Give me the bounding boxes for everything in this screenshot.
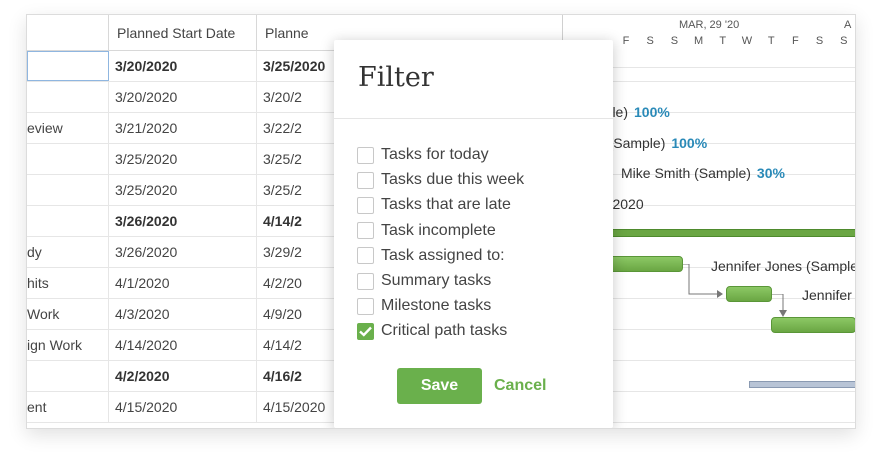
task-bar[interactable] [607, 256, 683, 272]
checkbox[interactable] [357, 297, 374, 315]
checkbox[interactable] [357, 247, 374, 265]
cell-task-name[interactable] [27, 144, 109, 174]
cell-task-name[interactable] [27, 51, 109, 81]
cell-task-name[interactable]: hits [27, 268, 109, 298]
filter-option[interactable]: Task incomplete [357, 220, 496, 242]
gantt-label: Mike Smith (Sample) 30% [621, 165, 785, 181]
gantt-label: Jennifer Jo [802, 287, 855, 303]
cell-planned-start[interactable]: 3/26/2020 [109, 206, 257, 236]
cell-task-name[interactable] [27, 206, 109, 236]
filter-option[interactable]: Summary tasks [357, 270, 491, 292]
cell-planned-start[interactable]: 3/20/2020 [109, 51, 257, 81]
filter-option[interactable]: Milestone tasks [357, 295, 491, 317]
gantt-day-label: W [741, 35, 753, 47]
filter-option-label: Task incomplete [381, 221, 496, 239]
filter-option[interactable]: Task assigned to: [357, 245, 505, 267]
cell-task-name[interactable]: eview [27, 113, 109, 143]
gantt-day-label: S [815, 35, 824, 47]
cell-task-name[interactable] [27, 175, 109, 205]
gantt-day-label: T [767, 35, 775, 47]
task-bar[interactable] [726, 286, 772, 302]
checkbox[interactable] [357, 171, 374, 189]
checkbox[interactable] [357, 196, 374, 214]
gantt-day-label: F [622, 35, 630, 47]
filter-option-label: Critical path tasks [381, 322, 508, 340]
gantt-day-label: S [646, 35, 654, 47]
cell-task-name[interactable]: ent [27, 392, 109, 422]
gantt-day-label: M [694, 35, 704, 47]
filter-option-label: Tasks due this week [381, 171, 525, 189]
app-frame: Planned Start Date Planne 3/20/2020 3/25/… [26, 14, 856, 429]
gantt-label: Jennifer Jones (Sample) [711, 258, 856, 274]
summary-bar[interactable] [611, 229, 855, 237]
gantt-day-label: S [840, 35, 848, 47]
checkbox[interactable] [357, 222, 374, 240]
checkbox[interactable] [357, 146, 374, 164]
project-bar[interactable] [749, 381, 855, 388]
check-icon [359, 326, 372, 337]
filter-option[interactable]: Critical path tasks [357, 320, 507, 342]
column-header-name[interactable] [27, 15, 109, 51]
filter-option-label: Tasks for today [381, 146, 489, 163]
cell-task-name[interactable]: ign Work [27, 330, 109, 360]
cell-planned-start[interactable]: 4/15/2020 [109, 392, 257, 422]
cell-planned-start[interactable]: 4/3/2020 [109, 299, 257, 329]
task-bar[interactable] [771, 317, 855, 333]
dependency-arrow-icon [683, 264, 723, 298]
filter-option-label: Task assigned to: [381, 246, 505, 264]
cell-planned-start[interactable]: 3/26/2020 [109, 237, 257, 267]
filter-dialog: Filter Tasks for today Tasks due this wee… [334, 40, 613, 428]
cell-planned-start[interactable]: 4/1/2020 [109, 268, 257, 298]
cell-task-name[interactable]: dy [27, 237, 109, 267]
filter-option[interactable]: Tasks due this week [357, 169, 524, 191]
cell-planned-start[interactable]: 3/20/2020 [109, 82, 257, 112]
divider [334, 118, 613, 119]
cell-planned-start[interactable]: 3/21/2020 [109, 113, 257, 143]
checkbox[interactable] [357, 322, 374, 340]
filter-option[interactable]: Tasks for today [357, 144, 489, 166]
cell-planned-start[interactable]: 4/2/2020 [109, 361, 257, 391]
cell-task-name[interactable] [27, 361, 109, 391]
save-button[interactable]: Save [397, 368, 482, 404]
filter-title: Filter [358, 62, 434, 93]
cell-task-name[interactable]: Work [27, 299, 109, 329]
filter-option-label: Milestone tasks [381, 297, 492, 315]
cell-planned-start[interactable]: 3/25/2020 [109, 144, 257, 174]
filter-option-label: Summary tasks [381, 272, 492, 289]
filter-option[interactable]: Tasks that are late [357, 194, 511, 216]
column-header-planned-start[interactable]: Planned Start Date [109, 15, 257, 51]
filter-option-label: Tasks that are late [381, 196, 511, 214]
cell-planned-start[interactable]: 4/14/2020 [109, 330, 257, 360]
cell-planned-start[interactable]: 3/25/2020 [109, 175, 257, 205]
gantt-day-label: S [670, 35, 679, 47]
gantt-week-label: MAR, 29 '20 [679, 19, 740, 31]
cancel-button[interactable]: Cancel [494, 377, 546, 395]
cell-task-name[interactable] [27, 82, 109, 112]
gantt-day-label: T [719, 35, 727, 47]
gantt-day-label: F [792, 35, 799, 47]
checkbox[interactable] [357, 272, 374, 290]
gantt-next-week-label: A [844, 19, 852, 31]
